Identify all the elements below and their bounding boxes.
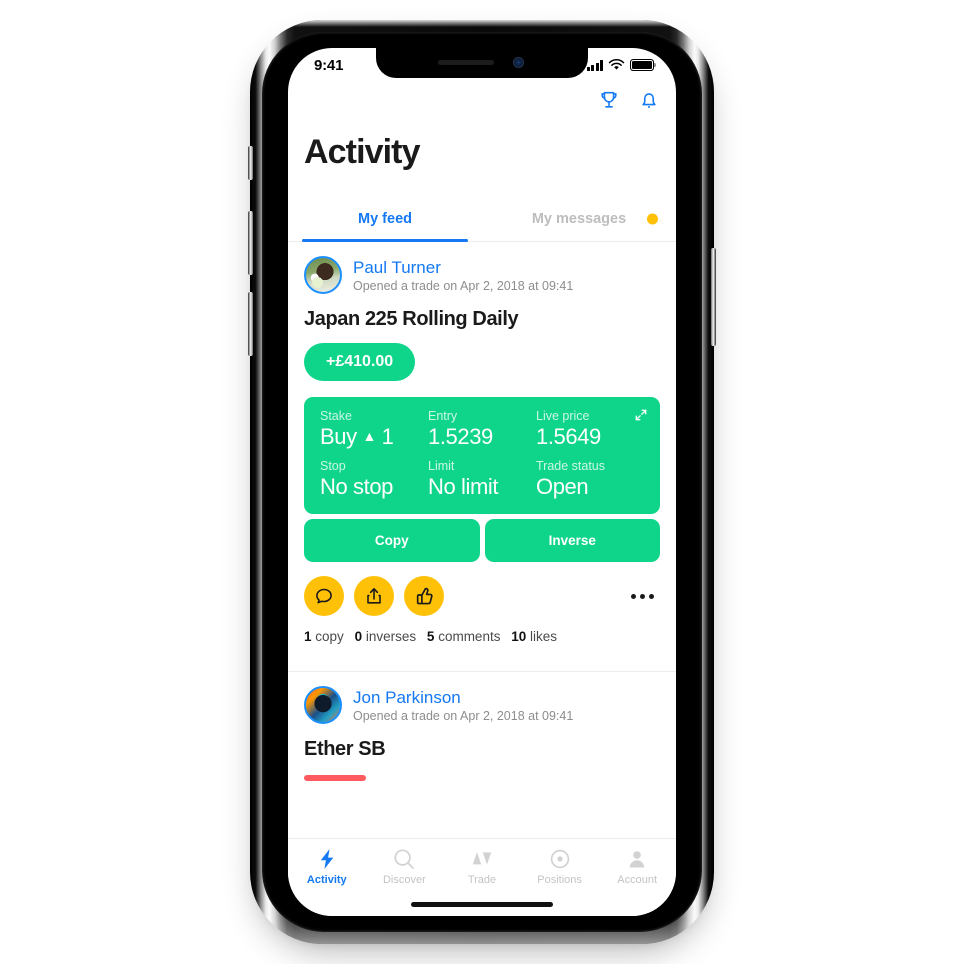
header-icon-row — [598, 88, 660, 112]
avatar[interactable] — [304, 256, 342, 294]
activity-feed[interactable]: Paul Turner Opened a trade on Apr 2, 201… — [288, 242, 676, 864]
trophy-icon[interactable] — [598, 88, 620, 112]
battery-full-icon — [630, 59, 657, 71]
limit-label: Limit — [428, 459, 455, 473]
screenshot-stage: 9:41 Activity My feed My messages Paul T… — [0, 0, 964, 964]
tab-discover[interactable]: Discover — [366, 847, 444, 886]
comment-icon — [316, 588, 332, 604]
stop-label: Stop — [320, 459, 346, 473]
more-options-button[interactable] — [631, 593, 660, 599]
live-price-value: 1.5649 — [536, 424, 601, 449]
trade-detail-grid: Stake Entry Live price Buy ▲ 1 1.5239 1.… — [320, 409, 644, 500]
tab-my-feed[interactable]: My feed — [288, 196, 482, 242]
avatar[interactable] — [304, 686, 342, 724]
device-notch — [376, 48, 588, 78]
share-icon — [367, 588, 381, 604]
status-bar-time: 9:41 — [314, 56, 344, 74]
limit-value: No limit — [428, 474, 499, 499]
tab-my-messages-label: My messages — [531, 210, 627, 227]
lightning-bolt-icon — [320, 849, 334, 869]
post-header: Jon Parkinson Opened a trade on Apr 2, 2… — [304, 686, 660, 724]
direction-up-arrow-icon: ▲ — [362, 428, 376, 444]
market-name: Japan 225 Rolling Daily — [304, 308, 519, 330]
post-stats-row: 1 copy 0 inverses 5 comments 10 likes — [304, 629, 660, 659]
inverses-label: inverses — [365, 629, 417, 644]
front-camera-icon — [513, 57, 524, 68]
post-meta: Jon Parkinson Opened a trade on Apr 2, 2… — [353, 688, 573, 723]
feed-post: Paul Turner Opened a trade on Apr 2, 201… — [288, 242, 676, 659]
earpiece-speaker — [438, 60, 494, 65]
tab-trade-label: Trade — [467, 874, 497, 886]
post-subtitle: Opened a trade on Apr 2, 2018 at 09:41 — [353, 708, 574, 723]
live-price-label: Live price — [536, 409, 590, 423]
post-header: Paul Turner Opened a trade on Apr 2, 201… — [304, 256, 660, 294]
expand-icon[interactable] — [634, 408, 648, 422]
like-icon — [416, 587, 433, 604]
trade-action-row: Copy Inverse — [304, 519, 660, 562]
target-dot-icon — [550, 849, 569, 869]
feed-post: Jon Parkinson Opened a trade on Apr 2, 2… — [288, 671, 676, 781]
tab-activity[interactable]: Activity — [288, 847, 366, 886]
trade-status-label: Trade status — [536, 459, 606, 473]
trade-arrows-icon — [472, 852, 492, 865]
cellular-signal-icon — [586, 59, 603, 71]
mute-switch-button[interactable] — [248, 146, 253, 180]
market-name: Ether SB — [304, 738, 386, 760]
phone-screen: 9:41 Activity My feed My messages Paul T… — [288, 48, 676, 916]
tab-account[interactable]: Account — [598, 847, 676, 886]
copies-label: copy — [315, 629, 344, 644]
post-author-name[interactable]: Jon Parkinson — [353, 688, 573, 708]
like-button[interactable] — [404, 576, 444, 616]
entry-label: Entry — [428, 409, 458, 423]
copy-button[interactable]: Copy — [304, 519, 480, 562]
entry-value: 1.5239 — [428, 424, 493, 449]
tab-activity-label: Activity — [306, 874, 347, 886]
tab-positions-label: Positions — [537, 874, 582, 886]
likes-label: likes — [530, 629, 558, 644]
stake-size: 1 — [381, 424, 394, 449]
stop-value: No stop — [320, 474, 394, 499]
inverse-button[interactable]: Inverse — [484, 519, 660, 562]
stake-value: Buy ▲ 1 — [320, 424, 428, 450]
post-meta: Paul Turner Opened a trade on Apr 2, 201… — [353, 258, 573, 293]
social-action-row — [304, 576, 660, 616]
trade-details-card: Stake Entry Live price Buy ▲ 1 1.5239 1.… — [304, 397, 660, 514]
tab-positions[interactable]: Positions — [521, 847, 599, 886]
tab-discover-label: Discover — [382, 874, 426, 886]
volume-down-button[interactable] — [248, 292, 253, 356]
wifi-icon — [608, 59, 625, 70]
tab-trade[interactable]: Trade — [443, 847, 521, 886]
trade-status-value: Open — [536, 474, 589, 499]
unread-messages-badge — [647, 213, 658, 224]
search-icon — [394, 849, 415, 869]
stake-label: Stake — [320, 409, 352, 423]
copies-count: 1 — [304, 629, 312, 644]
pnl-badge — [304, 775, 366, 781]
comments-label: comments — [438, 629, 501, 644]
post-subtitle: Opened a trade on Apr 2, 2018 at 09:41 — [353, 278, 574, 293]
power-button[interactable] — [711, 248, 716, 346]
volume-up-button[interactable] — [248, 211, 253, 275]
pnl-badge: +£410.00 — [304, 343, 416, 381]
post-author-name[interactable]: Paul Turner — [353, 258, 573, 278]
home-indicator[interactable] — [411, 902, 553, 907]
comments-count: 5 — [426, 629, 435, 644]
person-icon — [629, 851, 645, 868]
tab-account-label: Account — [617, 874, 658, 886]
share-button[interactable] — [354, 576, 394, 616]
feed-tabs: My feed My messages — [288, 196, 676, 242]
tab-my-messages[interactable]: My messages — [482, 196, 676, 241]
comment-button[interactable] — [304, 576, 344, 616]
status-bar-indicators — [586, 59, 657, 71]
likes-count: 10 — [511, 629, 527, 644]
tab-my-feed-label: My feed — [358, 210, 412, 227]
inverses-count: 0 — [354, 629, 363, 644]
bell-icon[interactable] — [638, 88, 660, 112]
page-title: Activity — [304, 133, 421, 171]
stake-direction-word: Buy — [320, 424, 357, 449]
more-options-icon — [631, 593, 636, 599]
